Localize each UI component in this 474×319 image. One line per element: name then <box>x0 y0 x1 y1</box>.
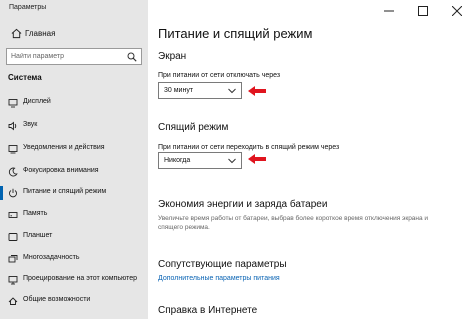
help-heading: Справка в Интернете <box>158 305 258 316</box>
sidebar-item-label: Общие возможности <box>23 296 91 303</box>
chevron-down-icon <box>228 88 236 94</box>
battery-heading: Экономия энергии и заряда батареи <box>158 199 328 210</box>
storage-icon <box>8 212 18 218</box>
minimize-icon <box>384 10 394 12</box>
sidebar-item-multitasking[interactable]: Многозадачность <box>0 250 148 268</box>
moon-icon <box>8 167 18 177</box>
sleep-timeout-label: При питании от сети переходить в спящий … <box>158 144 340 151</box>
projecting-icon <box>8 276 18 285</box>
shared-experiences-icon <box>8 297 18 305</box>
home-icon <box>11 28 22 39</box>
sidebar-item-label: Память <box>23 210 48 217</box>
display-icon <box>8 99 18 108</box>
annotation-arrow-icon <box>248 154 266 164</box>
annotation-arrow-icon <box>248 86 266 96</box>
sleep-timeout-dropdown[interactable]: Никогда <box>158 152 242 169</box>
active-indicator <box>0 186 3 200</box>
sidebar-item-notifications[interactable]: Уведомления и действия <box>0 140 148 158</box>
dropdown-value: Никогда <box>164 157 191 164</box>
speaker-icon <box>8 121 17 131</box>
sleep-heading: Спящий режим <box>158 122 229 133</box>
sidebar-item-label: Многозадачность <box>23 254 80 261</box>
notifications-icon <box>8 145 18 154</box>
chevron-down-icon <box>228 158 236 164</box>
main-panel: Питание и спящий режим Экран При питании… <box>148 0 474 319</box>
sidebar-item-label: Проецирование на этот компьютер <box>23 275 137 282</box>
additional-power-settings-link[interactable]: Дополнительные параметры питания <box>158 275 280 282</box>
maximize-icon <box>418 6 428 16</box>
sidebar-item-home[interactable]: Главная <box>0 24 148 44</box>
screen-timeout-dropdown[interactable]: 30 минут <box>158 82 242 99</box>
close-button[interactable] <box>440 0 474 22</box>
multitasking-icon <box>8 255 18 263</box>
tablet-icon <box>8 233 18 241</box>
sidebar-item-tablet[interactable]: Планшет <box>0 228 148 246</box>
search-field[interactable] <box>6 48 142 65</box>
screen-timeout-label: При питании от сети отключать через <box>158 72 281 79</box>
sidebar-item-label: Дисплей <box>23 98 51 105</box>
battery-description: Увеличьте время работы от батареи, выбра… <box>158 215 429 231</box>
sidebar-item-power-sleep[interactable]: Питание и спящий режим <box>0 184 148 202</box>
sidebar: Параметры Главная Система Дисплей Звук <box>0 0 148 319</box>
sidebar-item-label: Звук <box>23 121 38 128</box>
sidebar-item-label: Главная <box>25 29 56 38</box>
page-title: Питание и спящий режим <box>158 26 313 41</box>
search-icon[interactable] <box>127 52 137 62</box>
window-controls <box>372 0 474 22</box>
sidebar-item-label: Фокусировка внимания <box>23 167 99 174</box>
sidebar-item-label: Уведомления и действия <box>23 144 105 151</box>
close-icon <box>452 6 462 16</box>
related-settings-heading: Сопутствующие параметры <box>158 259 287 270</box>
dropdown-value: 30 минут <box>164 87 194 94</box>
window-title: Параметры <box>9 4 47 11</box>
sidebar-item-sound[interactable]: Звук <box>0 117 148 135</box>
maximize-button[interactable] <box>406 0 440 22</box>
sidebar-item-storage[interactable]: Память <box>0 206 148 224</box>
sidebar-item-label: Планшет <box>23 232 53 239</box>
screen-heading: Экран <box>158 51 187 62</box>
minimize-button[interactable] <box>372 0 406 22</box>
sidebar-item-label: Питание и спящий режим <box>23 188 107 195</box>
sidebar-section-title: Система <box>8 73 42 82</box>
sidebar-item-display[interactable]: Дисплей <box>0 94 148 112</box>
sidebar-item-projecting[interactable]: Проецирование на этот компьютер <box>0 271 148 289</box>
sidebar-item-shared-experiences[interactable]: Общие возможности <box>0 292 148 310</box>
search-input[interactable] <box>11 50 121 63</box>
power-icon <box>9 188 17 198</box>
sidebar-item-focus-assist[interactable]: Фокусировка внимания <box>0 163 148 181</box>
